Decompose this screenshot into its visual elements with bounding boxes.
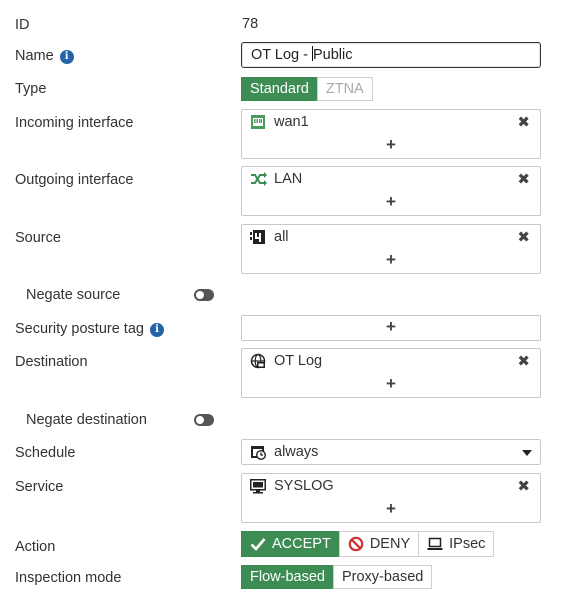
action-ipsec-button[interactable]: IPsec: [418, 531, 495, 557]
source-entry: all ✖: [242, 225, 540, 249]
action-deny-label: DENY: [369, 536, 411, 552]
outgoing-interface-entry: LAN ✖: [242, 167, 540, 191]
action-toggle-group: ACCEPT DENY IPsec: [241, 531, 495, 557]
checkmark-icon: [250, 538, 266, 551]
name-label: Name i: [15, 47, 74, 65]
type-label: Type: [15, 81, 47, 97]
outgoing-interface-field[interactable]: LAN ✖ +: [241, 166, 541, 216]
deny-icon: [348, 536, 364, 552]
laptop-icon: [427, 537, 443, 550]
source-value: all: [274, 229, 289, 245]
globe-network-icon: [250, 353, 268, 369]
destination-entry: OT Log ✖: [242, 349, 540, 373]
inspection-proxy-based-button[interactable]: Proxy-based: [332, 565, 433, 589]
name-input-text-start: OT Log -: [251, 47, 312, 63]
chevron-down-icon: [522, 450, 532, 456]
action-ipsec-label: IPsec: [449, 536, 486, 552]
destination-label: Destination: [15, 354, 88, 370]
schedule-value: always: [274, 444, 319, 460]
inspection-flow-based-button[interactable]: Flow-based: [241, 565, 334, 589]
outgoing-interface-add-button[interactable]: +: [242, 191, 540, 215]
id-value: 78: [242, 16, 259, 32]
incoming-interface-value: wan1: [274, 114, 309, 130]
negate-source-toggle[interactable]: [194, 289, 214, 301]
inspection-mode-label: Inspection mode: [15, 570, 122, 586]
source-add-button[interactable]: +: [242, 249, 540, 273]
id-label: ID: [15, 17, 30, 33]
type-ztna-button[interactable]: ZTNA: [316, 77, 373, 101]
security-posture-tag-label: Security posture tag i: [15, 320, 164, 338]
name-input[interactable]: OT Log - Public: [241, 42, 541, 68]
action-accept-button[interactable]: ACCEPT: [241, 531, 340, 557]
negate-source-label: Negate source: [26, 287, 121, 303]
remove-icon[interactable]: ✖: [517, 477, 530, 495]
info-icon[interactable]: i: [149, 323, 164, 337]
destination-add-button[interactable]: +: [242, 373, 540, 397]
port-icon: [250, 114, 268, 130]
inspection-mode-toggle-group: Flow-based Proxy-based: [241, 565, 433, 589]
remove-icon[interactable]: ✖: [517, 352, 530, 370]
info-icon[interactable]: i: [59, 50, 74, 64]
type-toggle-group: Standard ZTNA: [241, 77, 373, 101]
type-standard-button[interactable]: Standard: [241, 77, 318, 101]
security-posture-tag-add-button[interactable]: +: [242, 316, 540, 340]
source-field[interactable]: all ✖ +: [241, 224, 541, 274]
name-input-text-end: Public: [312, 47, 353, 63]
address-group-icon: [250, 229, 268, 245]
remove-icon[interactable]: ✖: [517, 170, 530, 188]
incoming-interface-add-button[interactable]: +: [242, 134, 540, 158]
outgoing-interface-label: Outgoing interface: [15, 172, 134, 188]
schedule-select[interactable]: always: [241, 439, 541, 465]
security-posture-tag-field[interactable]: +: [241, 315, 541, 341]
security-posture-tag-label-text: Security posture tag: [15, 321, 144, 337]
remove-icon[interactable]: ✖: [517, 228, 530, 246]
destination-field[interactable]: OT Log ✖ +: [241, 348, 541, 398]
incoming-interface-label: Incoming interface: [15, 115, 134, 131]
remove-icon[interactable]: ✖: [517, 113, 530, 131]
action-label: Action: [15, 539, 56, 555]
shuffle-icon: [250, 172, 268, 186]
outgoing-interface-value: LAN: [274, 171, 303, 187]
incoming-interface-entry: wan1 ✖: [242, 110, 540, 134]
destination-value: OT Log: [274, 353, 323, 369]
monitor-service-icon: [250, 478, 268, 494]
action-accept-label: ACCEPT: [272, 536, 331, 552]
name-label-text: Name: [15, 48, 54, 64]
service-entry: SYSLOG ✖: [242, 474, 540, 498]
action-deny-button[interactable]: DENY: [338, 531, 420, 557]
service-field[interactable]: SYSLOG ✖ +: [241, 473, 541, 523]
negate-destination-toggle[interactable]: [194, 414, 214, 426]
schedule-label: Schedule: [15, 445, 76, 461]
service-add-button[interactable]: +: [242, 498, 540, 522]
negate-destination-label: Negate destination: [26, 412, 147, 428]
source-label: Source: [15, 230, 61, 246]
schedule-clock-icon: [250, 444, 268, 460]
service-value: SYSLOG: [274, 478, 334, 494]
incoming-interface-field[interactable]: wan1 ✖ +: [241, 109, 541, 159]
service-label: Service: [15, 479, 64, 495]
